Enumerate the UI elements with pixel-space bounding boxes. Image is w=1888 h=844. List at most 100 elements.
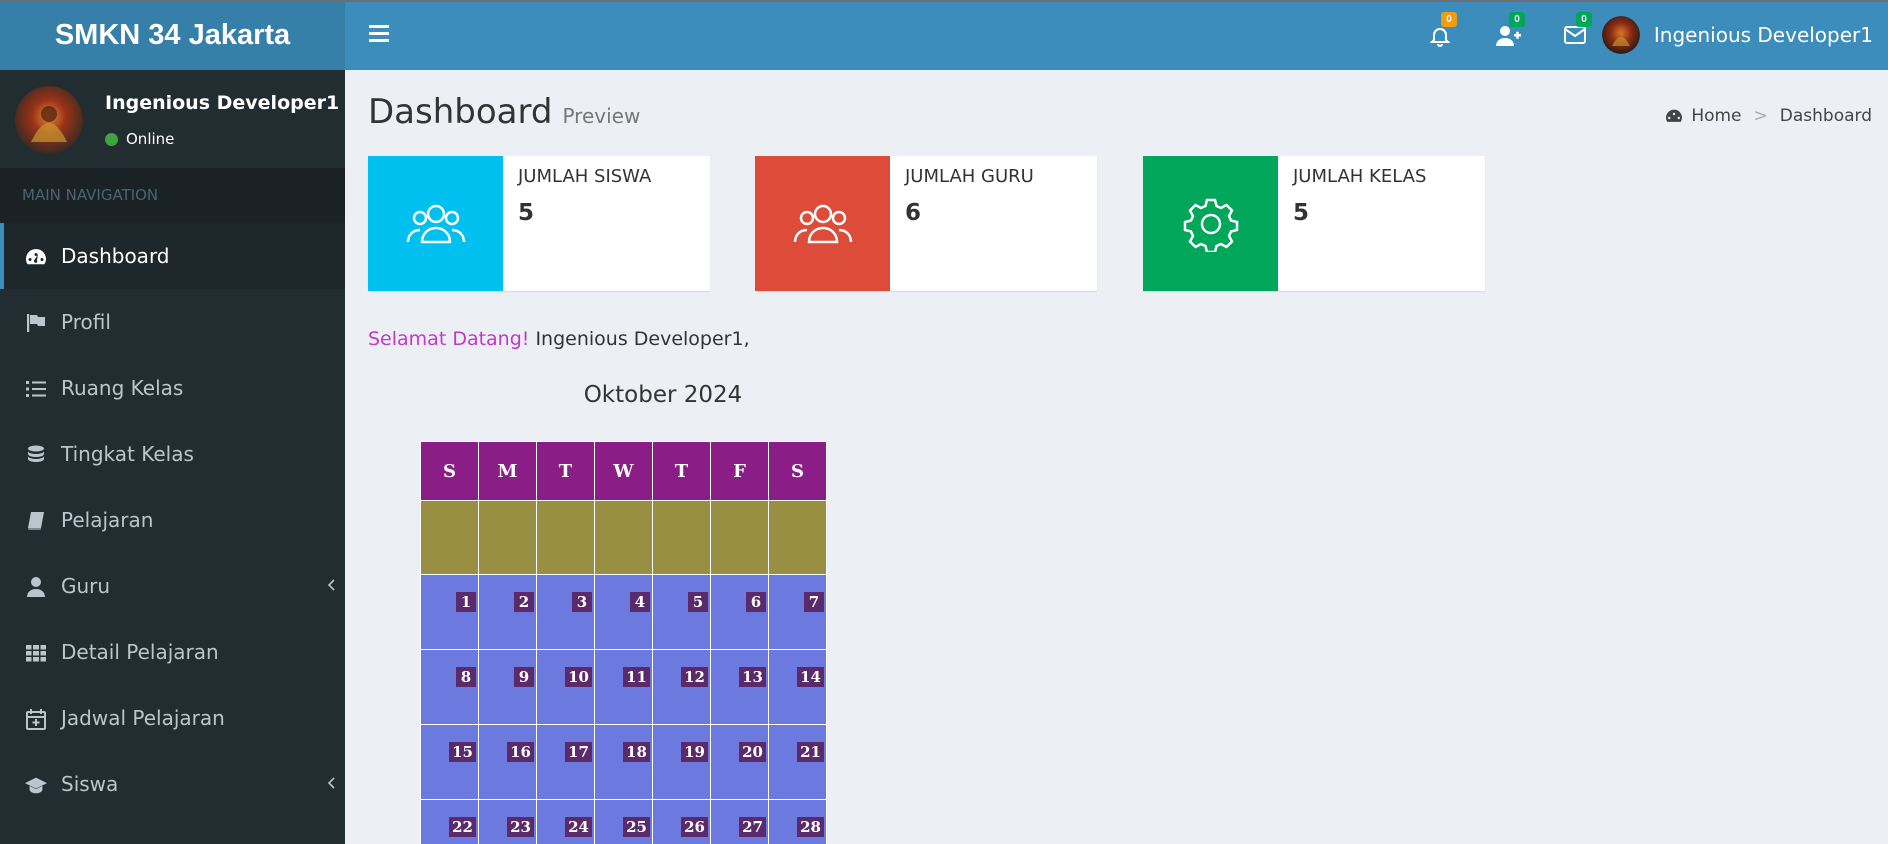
- calendar-day-cell[interactable]: 18: [594, 724, 653, 800]
- calendar-day-cell[interactable]: 13: [710, 649, 769, 725]
- info-box-icon-area: [1143, 156, 1278, 291]
- sidebar-item-label: Dashboard: [61, 244, 170, 268]
- day-number: 28: [797, 817, 824, 837]
- notifications-badge: 0: [1441, 12, 1457, 27]
- calendar-day-cell[interactable]: 7: [768, 574, 827, 650]
- online-status-dot: [105, 132, 118, 146]
- day-number: 3: [572, 592, 592, 612]
- day-number: 16: [507, 742, 534, 762]
- calendar-day-cell[interactable]: 15: [420, 724, 479, 800]
- calendar-day-cell[interactable]: 23: [478, 799, 537, 844]
- sidebar-item-dashboard[interactable]: Dashboard: [0, 223, 345, 289]
- day-number: 19: [681, 742, 708, 762]
- day-number: 26: [681, 817, 708, 837]
- bell-icon: [1429, 28, 1451, 47]
- info-box-icon-area: [755, 156, 890, 291]
- info-box-icon-area: [368, 156, 503, 291]
- sidebar-item-ruang-kelas[interactable]: Ruang Kelas: [0, 355, 345, 421]
- weekday-header: T: [652, 441, 711, 501]
- calendar-week-row: 22 23 24 25 26 27 28: [420, 799, 827, 844]
- messages-button[interactable]: 0: [1560, 12, 1592, 50]
- sidebar-item-label: Jadwal Pelajaran: [61, 706, 225, 730]
- breadcrumb: Home > Dashboard: [1665, 106, 1872, 126]
- user-menu[interactable]: Ingenious Developer1: [1601, 14, 1873, 56]
- sidebar-item-tingkat-kelas[interactable]: Tingkat Kelas: [0, 421, 345, 487]
- calendar-day-cell[interactable]: 27: [710, 799, 769, 844]
- friend-requests-button[interactable]: 0: [1493, 12, 1525, 50]
- user-status: Online: [105, 130, 174, 148]
- day-number: 18: [623, 742, 650, 762]
- user-panel: Ingenious Developer1 Online: [0, 70, 345, 168]
- info-box-label: JUMLAH SISWA: [518, 166, 652, 187]
- day-number: 4: [630, 592, 650, 612]
- welcome-message: Selamat Datang! Ingenious Developer1,: [368, 328, 750, 350]
- sidebar-item-profil[interactable]: Profil: [0, 289, 345, 355]
- calendar-day-cell[interactable]: 5: [652, 574, 711, 650]
- sidebar-toggle-button[interactable]: [365, 20, 395, 50]
- day-number: 21: [797, 742, 824, 762]
- calendar-empty-cell: [536, 500, 595, 575]
- day-number: 14: [797, 667, 824, 687]
- calendar-day-cell[interactable]: 2: [478, 574, 537, 650]
- calendar-day-cell[interactable]: 4: [594, 574, 653, 650]
- calendar-day-cell[interactable]: 20: [710, 724, 769, 800]
- users-icon: [793, 204, 852, 243]
- breadcrumb-separator: >: [1753, 106, 1768, 126]
- sidebar-item-label: Profil: [61, 310, 111, 334]
- calendar-title: Oktober 2024: [583, 382, 743, 408]
- calendar-empty-cell: [710, 500, 769, 575]
- calendar-day-cell[interactable]: 3: [536, 574, 595, 650]
- friend-requests-badge: 0: [1509, 12, 1525, 27]
- day-number: 6: [746, 592, 766, 612]
- sidebar-header: MAIN NAVIGATION: [0, 168, 345, 223]
- weekday-header: T: [536, 441, 595, 501]
- sidebar-item-label: Guru: [61, 574, 111, 598]
- calendar-day-cell[interactable]: 17: [536, 724, 595, 800]
- day-number: 22: [449, 817, 476, 837]
- day-number: 17: [565, 742, 592, 762]
- day-number: 24: [565, 817, 592, 837]
- calendar-day-cell[interactable]: 10: [536, 649, 595, 725]
- calendar-weekday-row: S M T W T F S: [420, 441, 827, 501]
- gear-icon: [1183, 198, 1238, 252]
- calendar-day-cell[interactable]: 26: [652, 799, 711, 844]
- calendar-day-cell[interactable]: 21: [768, 724, 827, 800]
- notifications-button[interactable]: 0: [1425, 12, 1457, 50]
- calendar-day-cell[interactable]: 6: [710, 574, 769, 650]
- calendar-day-cell[interactable]: 14: [768, 649, 827, 725]
- info-box-guru: JUMLAH GURU 6: [755, 156, 1097, 291]
- calendar-day-cell[interactable]: 1: [420, 574, 479, 650]
- day-number: 15: [449, 742, 476, 762]
- page-subtitle: Preview: [562, 104, 641, 128]
- calendar-day-cell[interactable]: 19: [652, 724, 711, 800]
- calendar-empty-row: [420, 500, 827, 575]
- calendar-day-cell[interactable]: 12: [652, 649, 711, 725]
- brand-logo[interactable]: SMKN 34 Jakarta: [0, 0, 345, 70]
- calendar-day-cell[interactable]: 9: [478, 649, 537, 725]
- calendar-day-cell-today[interactable]: 25: [594, 799, 653, 844]
- calendar-day-cell[interactable]: 8: [420, 649, 479, 725]
- calendar-day-cell[interactable]: 16: [478, 724, 537, 800]
- calendar-day-cell[interactable]: 11: [594, 649, 653, 725]
- day-number: 2: [514, 592, 534, 612]
- sidebar-item-guru[interactable]: Guru: [0, 553, 345, 619]
- breadcrumb-home-link[interactable]: Home: [1691, 106, 1741, 126]
- book-icon: [28, 512, 44, 530]
- chevron-left-icon: [327, 579, 335, 591]
- sidebar-item-label: Ruang Kelas: [61, 376, 184, 400]
- welcome-greeting: Selamat Datang!: [368, 328, 530, 350]
- weekday-header: F: [710, 441, 769, 501]
- day-number: 23: [507, 817, 534, 837]
- day-number: 7: [804, 592, 824, 612]
- calendar-day-cell[interactable]: 24: [536, 799, 595, 844]
- window-top-border: [0, 0, 1888, 2]
- calendar-day-cell[interactable]: 28: [768, 799, 827, 844]
- sidebar-item-pelajaran[interactable]: Pelajaran: [0, 487, 345, 553]
- graduation-cap-icon: [25, 777, 47, 794]
- calendar-week-row: 15 16 17 18 19 20 21: [420, 724, 827, 800]
- sidebar-item-detail-pelajaran[interactable]: Detail Pelajaran: [0, 619, 345, 685]
- dashboard-icon: [26, 249, 46, 265]
- sidebar-item-jadwal-pelajaran[interactable]: Jadwal Pelajaran: [0, 685, 345, 751]
- calendar-day-cell[interactable]: 22: [420, 799, 479, 844]
- sidebar-item-siswa[interactable]: Siswa: [0, 751, 345, 817]
